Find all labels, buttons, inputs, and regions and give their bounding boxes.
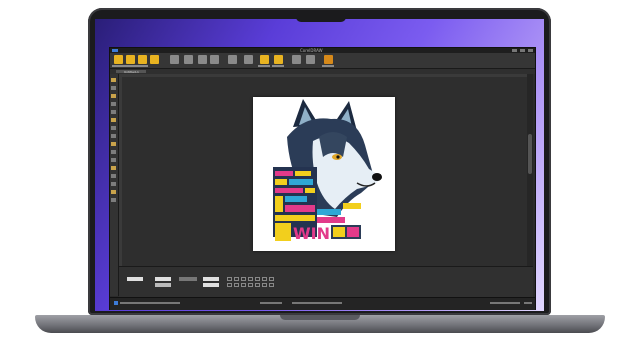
toolbar-label <box>136 65 148 67</box>
pick-tool-icon[interactable] <box>111 78 116 82</box>
shadow-tool-icon[interactable] <box>111 174 116 178</box>
close-icon[interactable] <box>528 49 533 52</box>
save-icon[interactable] <box>138 55 147 64</box>
main-toolbar <box>110 53 535 69</box>
shape-tool-icon[interactable] <box>111 86 116 90</box>
artistic-media-icon[interactable] <box>111 118 116 122</box>
palette-button[interactable] <box>248 277 253 281</box>
wolf-word-art-illustration: WIN <box>273 99 382 243</box>
palette-button[interactable] <box>241 283 246 287</box>
freehand-tool-icon[interactable] <box>111 110 116 114</box>
palette-button[interactable] <box>269 277 274 281</box>
artwork-word: WIN <box>293 224 330 243</box>
artboard-page[interactable]: WIN <box>253 97 395 251</box>
toolbar-label <box>124 65 136 67</box>
open-icon[interactable] <box>126 55 135 64</box>
laptop-screen: CorelDRAW Untitled-1 WIN <box>95 19 544 311</box>
palette-swatch[interactable] <box>155 283 171 287</box>
palette-button[interactable] <box>255 277 260 281</box>
rectangle-tool-icon[interactable] <box>111 126 116 130</box>
launch-icon[interactable] <box>274 55 283 64</box>
help-icon[interactable] <box>306 55 315 64</box>
palette-button[interactable] <box>269 283 274 287</box>
print-icon[interactable] <box>150 55 159 64</box>
palette-swatch[interactable] <box>127 277 143 281</box>
toolbar-label <box>322 65 334 67</box>
fill-tool-icon[interactable] <box>111 198 116 202</box>
tab-document[interactable]: Untitled-1 <box>116 70 146 74</box>
connector-tool-icon[interactable] <box>111 166 116 170</box>
horizontal-ruler <box>122 74 527 77</box>
new-icon[interactable] <box>114 55 123 64</box>
status-text <box>524 302 532 304</box>
toolbar-label <box>258 65 270 67</box>
palette-button[interactable] <box>262 277 267 281</box>
app-window: CorelDRAW Untitled-1 WIN <box>109 47 536 310</box>
redo-icon[interactable] <box>210 55 219 64</box>
status-indicator-icon <box>114 301 118 305</box>
palette-button[interactable] <box>234 283 239 287</box>
palette-swatch[interactable] <box>203 283 219 287</box>
export-icon[interactable] <box>184 55 193 64</box>
minimize-icon[interactable] <box>512 49 517 52</box>
status-text <box>490 302 520 304</box>
palette-button[interactable] <box>227 283 232 287</box>
transparency-tool-icon[interactable] <box>111 182 116 186</box>
palette-button[interactable] <box>234 277 239 281</box>
text-tool-icon[interactable] <box>111 150 116 154</box>
vertical-scrollbar[interactable] <box>527 74 533 266</box>
palette-swatch[interactable] <box>155 277 171 281</box>
dimension-tool-icon[interactable] <box>111 158 116 162</box>
status-text <box>120 302 180 304</box>
status-text <box>260 302 282 304</box>
toolbox <box>110 74 119 296</box>
status-bar <box>110 297 535 310</box>
document-palette <box>119 266 533 297</box>
polygon-tool-icon[interactable] <box>111 142 116 146</box>
vertical-ruler <box>119 74 122 266</box>
crop-tool-icon[interactable] <box>111 94 116 98</box>
zoom-icon[interactable] <box>228 55 237 64</box>
status-text <box>292 302 342 304</box>
options-icon[interactable] <box>260 55 269 64</box>
toolbar-label <box>112 65 124 67</box>
maximize-icon[interactable] <box>520 49 525 52</box>
laptop-base-groove <box>280 315 360 320</box>
window-controls <box>512 49 533 52</box>
palette-button[interactable] <box>241 277 246 281</box>
app-logo-icon <box>112 49 118 52</box>
palette-button[interactable] <box>248 283 253 287</box>
undo-icon[interactable] <box>198 55 207 64</box>
palette-button[interactable] <box>262 283 267 287</box>
palette-swatch[interactable] <box>179 277 197 281</box>
toolbar-label <box>272 65 284 67</box>
settings-icon[interactable] <box>292 55 301 64</box>
ellipse-tool-icon[interactable] <box>111 134 116 138</box>
palette-button[interactable] <box>227 277 232 281</box>
snap-icon[interactable] <box>244 55 253 64</box>
camera-notch <box>296 14 346 22</box>
palette-swatch[interactable] <box>203 277 219 281</box>
import-icon[interactable] <box>170 55 179 64</box>
upgrade-icon[interactable] <box>324 55 333 64</box>
scrollbar-thumb[interactable] <box>528 134 532 174</box>
eyedropper-tool-icon[interactable] <box>111 190 116 194</box>
palette-button[interactable] <box>255 283 260 287</box>
zoom-tool-icon[interactable] <box>111 102 116 106</box>
